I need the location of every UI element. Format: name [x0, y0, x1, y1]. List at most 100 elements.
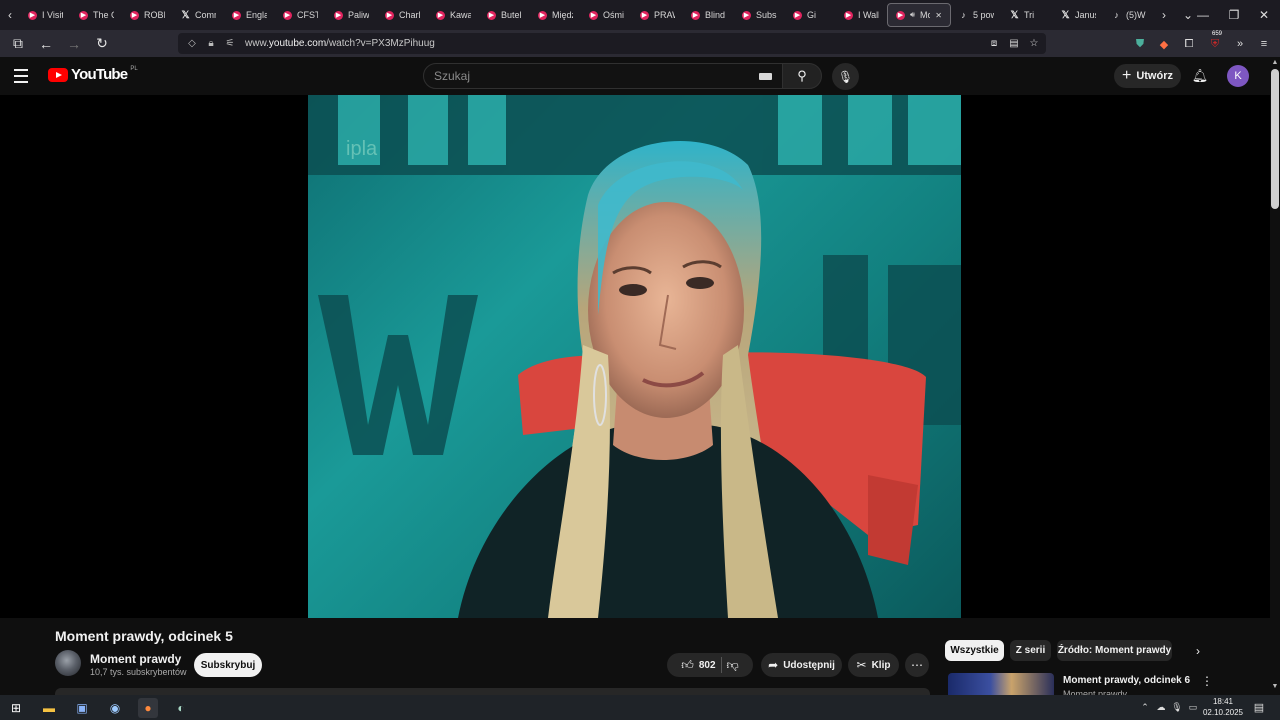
description-box[interactable]: [55, 688, 930, 695]
forward-arrow-icon[interactable]: →: [62, 32, 86, 56]
channel-name[interactable]: Moment prawdy: [90, 652, 181, 666]
more-actions-button[interactable]: ⋯: [905, 653, 929, 677]
create-button[interactable]: + Utwórz: [1114, 64, 1181, 88]
extension-shield-icon[interactable]: ⛊: [1130, 34, 1150, 54]
browser-tab[interactable]: ▶ Charli: [377, 3, 428, 27]
close-window-icon[interactable]: ✕: [1248, 0, 1280, 30]
video-player[interactable]: ipla: [0, 95, 1270, 618]
permissions-icon[interactable]: ⚟: [222, 38, 238, 49]
browser-tab[interactable]: ▶ Gi: [785, 3, 836, 27]
notifications-bell-icon[interactable]: 🔔︎: [1190, 66, 1210, 86]
browser-tab[interactable]: ▶ 🔊︎ Mo ✕: [887, 3, 951, 27]
back-arrow-icon[interactable]: ←: [34, 32, 58, 56]
chip-from-series[interactable]: Z serii: [1010, 640, 1051, 661]
search-box[interactable]: [423, 63, 783, 89]
bookmark-star-icon[interactable]: ☆: [1026, 35, 1042, 51]
guide-menu-icon[interactable]: [14, 66, 34, 86]
browser-tab[interactable]: ♪ (5)W: [1104, 3, 1155, 27]
browser-tab[interactable]: ▶ PRAW: [632, 3, 683, 27]
subscribe-button[interactable]: Subskrybuj: [194, 653, 262, 677]
clip-button[interactable]: ✂ Klip: [848, 653, 899, 677]
browser-tab[interactable]: ▶ CFSTV: [275, 3, 326, 27]
browser-tab[interactable]: ▶ The G: [71, 3, 122, 27]
taskbar-clock[interactable]: 18:41 02.10.2025: [1200, 696, 1246, 718]
minimize-icon[interactable]: —: [1187, 0, 1219, 30]
audio-playing-icon[interactable]: 🔊︎: [910, 10, 915, 20]
page-scrollbar[interactable]: ▲ ▼: [1270, 57, 1280, 695]
share-button[interactable]: ➦ Udostępnij: [761, 653, 842, 677]
browser-tab[interactable]: ♪ 5 pow: [951, 3, 1002, 27]
network-monitor-icon[interactable]: ▣: [72, 698, 92, 718]
browser-tab[interactable]: ▶ Butelk: [479, 3, 530, 27]
extension-fox-icon[interactable]: ◆: [1154, 34, 1174, 54]
video-frame[interactable]: ipla: [308, 95, 961, 618]
chip-source[interactable]: Źródło: Moment prawdy: [1057, 640, 1172, 661]
ublock-icon[interactable]: ⛨ 659: [1205, 31, 1225, 54]
browser-tab[interactable]: ▶ Międz: [530, 3, 581, 27]
shield-icon[interactable]: ◇: [184, 38, 200, 49]
scroll-down-icon[interactable]: ▼: [1271, 683, 1279, 690]
chip-all[interactable]: Wszystkie: [945, 640, 1004, 661]
extensions-puzzle-icon[interactable]: ⧠: [1179, 34, 1199, 54]
browser-tab[interactable]: ▶ ROBIN: [122, 3, 173, 27]
youtube-header: YouTube PL ⚲ 🎙︎ + Utwórz 🔔︎ K: [0, 57, 1270, 95]
chip-next-chevron-icon[interactable]: ›: [1190, 643, 1206, 659]
app-icon[interactable]: ◐: [171, 698, 191, 718]
youtube-logo[interactable]: YouTube PL: [48, 66, 138, 83]
keyboard-icon[interactable]: [759, 73, 772, 80]
picture-in-picture-icon[interactable]: ⧈: [986, 35, 1002, 51]
more-horizontal-icon: ⋯: [911, 658, 923, 672]
app-menu-icon[interactable]: ≡: [1254, 34, 1274, 54]
youtube-icon: ▶: [232, 10, 241, 20]
reader-view-icon[interactable]: ▤: [1006, 35, 1022, 51]
browser-tab-label: Mo: [920, 10, 930, 20]
steam-icon[interactable]: ◉: [105, 698, 125, 718]
youtube-icon: ▶: [742, 10, 751, 20]
network-icon[interactable]: ▭: [1186, 699, 1200, 715]
scrollbar-thumb[interactable]: [1271, 69, 1279, 209]
thumbs-down-icon[interactable]: 👎︎: [727, 658, 739, 673]
browser-tab[interactable]: ▶ I Walk: [836, 3, 887, 27]
reload-icon[interactable]: ↻: [90, 32, 114, 56]
search-button[interactable]: ⚲: [782, 63, 822, 89]
search-input[interactable]: [434, 69, 754, 83]
like-button[interactable]: 👍︎ 802: [681, 658, 715, 673]
browser-tab[interactable]: 𝕏 Tri: [1002, 3, 1053, 27]
tray-chevron-up-icon[interactable]: ⌃: [1138, 699, 1152, 715]
address-bar[interactable]: ◇ 🔒︎ ⚟ www.youtube.com/watch?v=PX3MzPihu…: [178, 33, 1046, 54]
browser-tab[interactable]: ▶ Blind: [683, 3, 734, 27]
firefox-icon[interactable]: ●: [138, 698, 158, 718]
recommendation-more-icon[interactable]: ⋮: [1200, 674, 1214, 688]
browser-tab-label: (5)W: [1126, 10, 1146, 20]
close-tab-icon[interactable]: ✕: [935, 11, 942, 20]
recommendation-title[interactable]: Moment prawdy, odcinek 6: [1063, 675, 1190, 686]
onedrive-cloud-icon[interactable]: ☁: [1154, 699, 1168, 715]
browser-tab[interactable]: 𝕏 Janus: [1053, 3, 1104, 27]
tab-scroll-left-icon[interactable]: ‹: [0, 3, 20, 27]
lock-icon[interactable]: 🔒︎: [203, 38, 219, 49]
tab-scroll-right-icon[interactable]: ›: [1155, 3, 1173, 27]
voice-search-mic-icon[interactable]: 🎙︎: [832, 63, 859, 90]
url-text[interactable]: www.youtube.com/watch?v=PX3MzPihuug: [245, 38, 435, 49]
video-still-image: ipla: [308, 95, 961, 618]
scroll-up-icon[interactable]: ▲: [1271, 59, 1279, 66]
channel-avatar[interactable]: [55, 650, 81, 676]
windows-start-icon[interactable]: ⊞: [6, 698, 26, 718]
account-avatar[interactable]: K: [1227, 65, 1249, 87]
notifications-icon[interactable]: ▤: [1252, 699, 1266, 715]
sidebar-toggle-icon[interactable]: ⧉: [6, 32, 30, 56]
browser-tab-label: Subsk: [756, 10, 777, 20]
overflow-chevrons-icon[interactable]: »: [1230, 34, 1250, 54]
browser-tab[interactable]: ▶ Subsk: [734, 3, 785, 27]
browser-tab[interactable]: ▶ Englai: [224, 3, 275, 27]
recommendation-thumbnail[interactable]: [948, 673, 1054, 695]
browser-tab[interactable]: ▶ I Visit: [20, 3, 71, 27]
browser-tab[interactable]: ▶ Paliw: [326, 3, 377, 27]
browser-tab[interactable]: ▶ Kawal: [428, 3, 479, 27]
file-explorer-icon[interactable]: ▬: [39, 698, 59, 718]
restore-icon[interactable]: ❐: [1218, 0, 1250, 30]
browser-tab[interactable]: 𝕏 Comm: [173, 3, 224, 27]
browser-tab[interactable]: ▶ Ośmie: [581, 3, 632, 27]
microphone-icon[interactable]: 🎙︎: [1170, 699, 1184, 715]
tab-strip: ▶ I Visit ▶ The G ▶ ROBIN 𝕏 Comm ▶ Englai ▶ CFSTV ▶ P…: [20, 3, 1155, 27]
